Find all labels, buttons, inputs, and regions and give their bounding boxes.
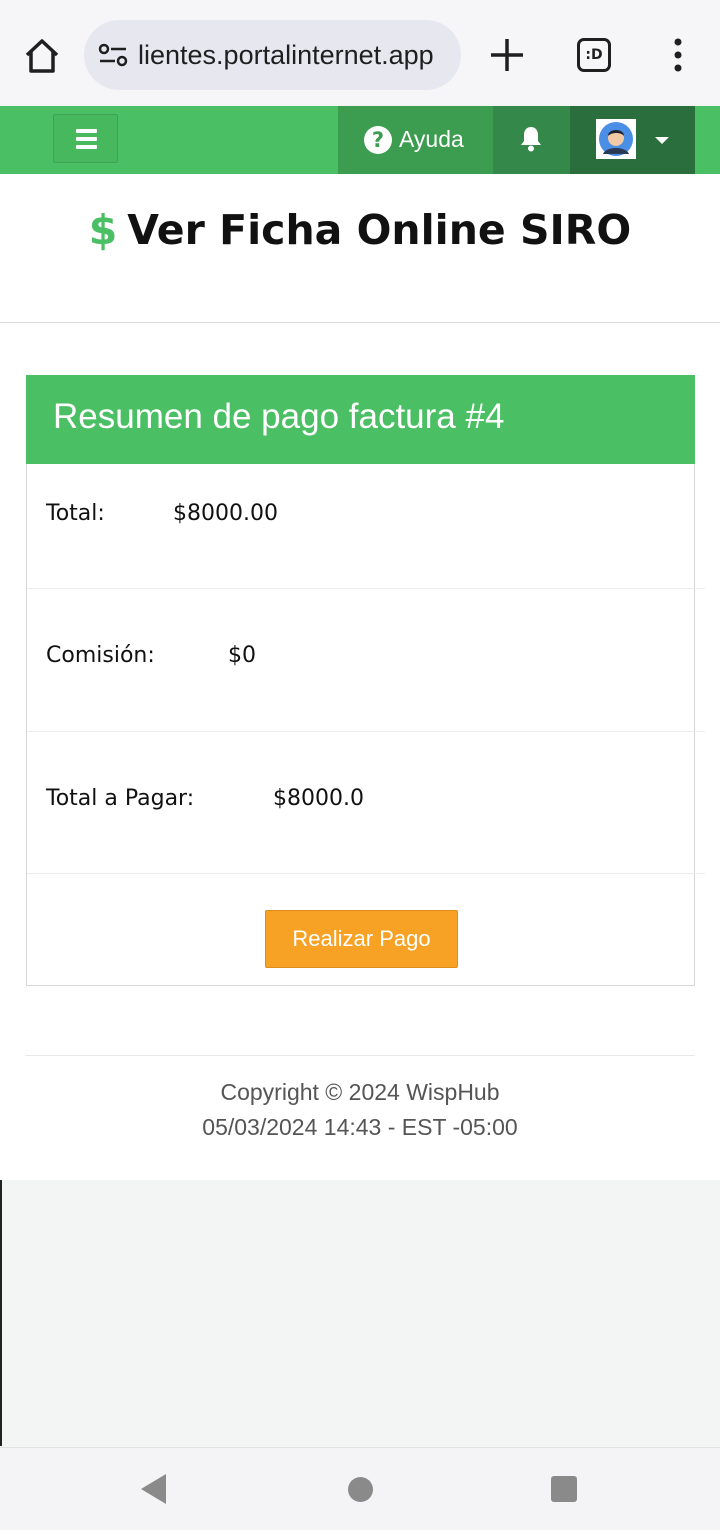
help-label: Ayuda bbox=[399, 126, 464, 152]
make-payment-button[interactable]: Realizar Pago bbox=[265, 910, 458, 968]
avatar bbox=[596, 119, 636, 159]
dollar-icon: $ bbox=[88, 206, 118, 254]
total-value: $8000.00 bbox=[173, 501, 278, 526]
user-menu-button[interactable] bbox=[570, 106, 695, 174]
new-tab-icon[interactable] bbox=[488, 36, 526, 74]
address-bar[interactable]: lientes.portalinternet.app bbox=[84, 20, 461, 90]
footer-divider bbox=[25, 1055, 695, 1056]
footer-copyright: Copyright © 2024 WispHub bbox=[220, 1079, 500, 1105]
page-title: $ Ver Ficha Online SIRO bbox=[0, 206, 720, 254]
recents-icon[interactable] bbox=[551, 1476, 577, 1502]
page-title-text: Ver Ficha Online SIRO bbox=[127, 206, 632, 254]
footer-timestamp: 05/03/2024 14:43 - EST -05:00 bbox=[202, 1114, 518, 1140]
row-divider bbox=[27, 588, 705, 589]
commission-label: Comisión: bbox=[46, 643, 155, 668]
main-content: $ Ver Ficha Online SIRO Resumen de pago f… bbox=[0, 174, 720, 1180]
panel-heading-text: Resumen de pago factura #4 bbox=[53, 397, 505, 436]
browser-toolbar: lientes.portalinternet.app :D bbox=[0, 0, 720, 104]
notifications-button[interactable] bbox=[493, 106, 570, 174]
payment-summary-panel: Resumen de pago factura #4 Total: $8000.… bbox=[26, 375, 705, 986]
total-to-pay-value: $8000.0 bbox=[273, 786, 364, 811]
tabs-icon[interactable]: :D bbox=[577, 38, 611, 72]
row-divider bbox=[27, 731, 705, 732]
home-icon[interactable] bbox=[22, 36, 62, 76]
divider bbox=[0, 322, 720, 323]
panel-heading: Resumen de pago factura #4 bbox=[26, 375, 695, 464]
page-edge bbox=[0, 1180, 2, 1446]
site-settings-icon[interactable] bbox=[98, 41, 128, 69]
back-icon[interactable] bbox=[141, 1474, 166, 1504]
commission-value: $0 bbox=[228, 643, 256, 668]
help-button[interactable]: ? Ayuda bbox=[338, 106, 493, 174]
hamburger-icon[interactable] bbox=[53, 114, 118, 163]
row-divider bbox=[27, 873, 705, 874]
caret-down-icon bbox=[655, 137, 669, 144]
more-menu-icon[interactable] bbox=[664, 38, 692, 72]
url-text[interactable]: lientes.portalinternet.app bbox=[138, 40, 434, 71]
help-icon: ? bbox=[364, 126, 392, 154]
bell-icon bbox=[521, 127, 541, 152]
total-to-pay-label: Total a Pagar: bbox=[46, 786, 195, 811]
home-circle-icon[interactable] bbox=[348, 1477, 373, 1502]
system-nav-bar bbox=[0, 1447, 720, 1530]
total-label: Total: bbox=[46, 501, 105, 526]
top-navbar: ? Ayuda bbox=[0, 106, 720, 174]
